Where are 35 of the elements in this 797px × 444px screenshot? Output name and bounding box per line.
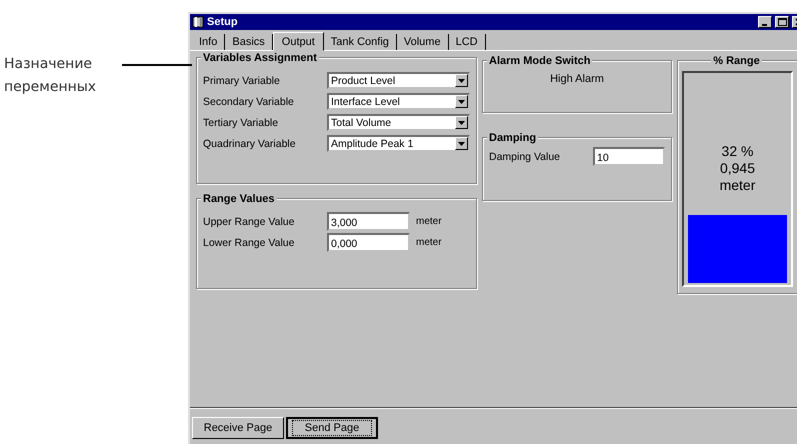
callout-text: Назначение переменных	[4, 55, 98, 97]
field-label: Quadrinary Variable	[203, 138, 297, 150]
field-label: Upper Range Value	[203, 216, 296, 228]
field-label: Secondary Variable	[203, 96, 295, 108]
minimize-button[interactable]	[758, 16, 772, 28]
dropdown[interactable]: Product Level	[327, 72, 470, 89]
reading-text: 0,945	[720, 160, 756, 177]
group-title: Range Values	[201, 193, 277, 205]
unit-label: meter	[416, 237, 442, 248]
dropdown[interactable]: Total Volume	[327, 114, 470, 131]
group-title: % Range	[711, 55, 762, 67]
input-field[interactable]: 10	[593, 147, 665, 166]
input-field[interactable]: 3,000	[327, 212, 410, 231]
leader-line	[122, 64, 192, 66]
input-field[interactable]: 0,000	[327, 233, 410, 252]
field-label: Damping Value	[489, 150, 562, 162]
group-title: Variables Assignment	[201, 52, 319, 64]
maximize-button[interactable]	[775, 16, 789, 28]
tank-icon	[192, 16, 204, 28]
push-button[interactable]: Receive Page	[192, 417, 284, 439]
group-title: Damping	[487, 132, 538, 144]
unit-label: meter	[416, 216, 442, 227]
maximize-icon	[778, 18, 786, 26]
field-label: Lower Range Value	[203, 236, 296, 248]
dropdown[interactable]: Interface Level	[327, 93, 470, 110]
percent-text: 32 %	[722, 143, 754, 160]
alarm-mode-text: High Alarm	[550, 73, 604, 85]
field-label: Tertiary Variable	[203, 116, 280, 128]
unit-text: meter	[720, 177, 756, 194]
dropdown[interactable]: Amplitude Peak 1	[327, 135, 470, 152]
window-title: Setup	[207, 16, 238, 28]
group-title: Alarm Mode Switch	[487, 55, 592, 67]
field-label: Primary Variable	[203, 74, 281, 86]
push-button[interactable]: Send Page	[286, 417, 378, 439]
tab[interactable]: Output	[272, 32, 324, 51]
